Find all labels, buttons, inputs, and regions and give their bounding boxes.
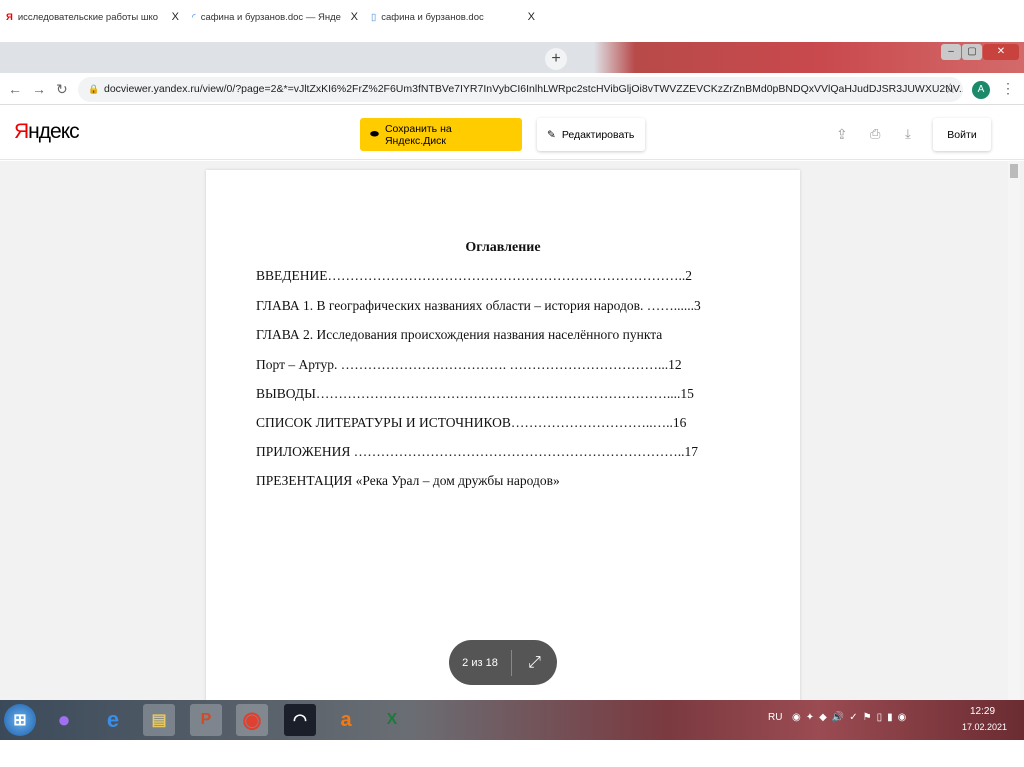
- yandex-disk-icon: ◜: [192, 11, 196, 23]
- lock-icon: 🔒: [88, 84, 100, 94]
- toc-entry: ВВЕДЕНИЕ……………………………………………………………………..2: [256, 268, 692, 283]
- close-icon[interactable]: X: [528, 11, 535, 23]
- tab-research[interactable]: Я исследовательские работы шко X: [0, 3, 185, 31]
- profile-avatar[interactable]: A: [972, 81, 990, 99]
- minimize-button[interactable]: –: [941, 44, 961, 60]
- page-indicator: 2 из 18 ⤢: [449, 640, 557, 685]
- powerpoint-icon[interactable]: P: [190, 704, 222, 736]
- fullscreen-icon[interactable]: ⤢: [512, 654, 557, 672]
- speedtest-icon[interactable]: ◠: [284, 704, 316, 736]
- excel-icon[interactable]: X: [376, 704, 408, 736]
- clock-date[interactable]: 17.02.2021: [962, 722, 1007, 732]
- tab-disk[interactable]: ◜ сафина и бурзанов.doc — Янде X: [186, 3, 364, 31]
- url-input[interactable]: 🔒 docviewer.yandex.ru/view/0/?page=2&*=v…: [78, 77, 963, 102]
- disk-icon: ⬬: [370, 128, 379, 140]
- toc-entry: Порт – Артур. ………………………………. …………………………….…: [256, 357, 682, 372]
- pencil-icon: ✎: [547, 128, 556, 141]
- file-explorer-icon[interactable]: ▤: [143, 704, 175, 736]
- print-icon[interactable]: ⎙: [870, 126, 880, 142]
- tab-bar: [0, 42, 1024, 73]
- share-icon[interactable]: ⇪: [836, 126, 848, 143]
- bookmark-star-icon[interactable]: ☆: [944, 80, 957, 97]
- toc-entry: ПРИЛОЖЕНИЯ ………………………………………………………………..17: [256, 444, 699, 459]
- toc-entry: СПИСОК ЛИТЕРАТУРЫ И ИСТОЧНИКОВ……………………………: [256, 415, 687, 430]
- toc-entry: ГЛАВА 2. Исследования происхождения назв…: [256, 327, 663, 342]
- internet-explorer-icon[interactable]: e: [97, 704, 129, 736]
- forward-icon[interactable]: →: [32, 81, 46, 97]
- toc-entry: ГЛАВА 1. В географических названиях обла…: [256, 298, 701, 313]
- document-page: Оглавление ВВЕДЕНИЕ…………………………………………………………: [206, 170, 800, 710]
- yandex-logo[interactable]: Яндекс: [14, 120, 80, 144]
- tray-icons[interactable]: ◉✦◆🔊✓⚑▯▮◉: [792, 712, 911, 723]
- avast-icon[interactable]: a: [330, 704, 362, 736]
- back-icon[interactable]: ←: [8, 81, 22, 97]
- tab-document[interactable]: ▯ сафина и бурзанов.doc X: [365, 3, 541, 31]
- edit-button[interactable]: ✎ Редактировать: [537, 118, 645, 151]
- toc-title: Оглавление: [465, 240, 541, 255]
- menu-icon[interactable]: ⋮: [1001, 80, 1015, 97]
- reload-icon[interactable]: ↻: [56, 81, 68, 98]
- toc-entry: ВЫВОДЫ……………………………………………………………………....15: [256, 386, 694, 401]
- maximize-button[interactable]: ▢: [962, 44, 982, 60]
- scrollbar[interactable]: [1008, 161, 1020, 701]
- yandex-icon: Я: [6, 11, 13, 23]
- save-to-disk-button[interactable]: ⬬ Сохранить на Яндекс.Диск: [360, 118, 522, 151]
- close-icon[interactable]: X: [351, 11, 358, 23]
- document-icon: ▯: [371, 11, 377, 23]
- language-indicator[interactable]: RU: [768, 712, 782, 723]
- toc-entry: ПРЕЗЕНТАЦИЯ «Река Урал – дом дружбы наро…: [256, 473, 560, 488]
- start-button[interactable]: ⊞: [4, 704, 36, 736]
- new-tab-button[interactable]: +: [545, 48, 567, 70]
- alice-icon[interactable]: ●: [48, 704, 80, 736]
- close-icon[interactable]: X: [172, 11, 179, 23]
- login-button[interactable]: Войти: [933, 118, 991, 151]
- clock-time[interactable]: 12:29: [970, 706, 995, 717]
- download-icon[interactable]: ⤓: [905, 126, 911, 142]
- window-close-button[interactable]: ✕: [983, 44, 1019, 60]
- chrome-icon[interactable]: ◉: [236, 704, 268, 736]
